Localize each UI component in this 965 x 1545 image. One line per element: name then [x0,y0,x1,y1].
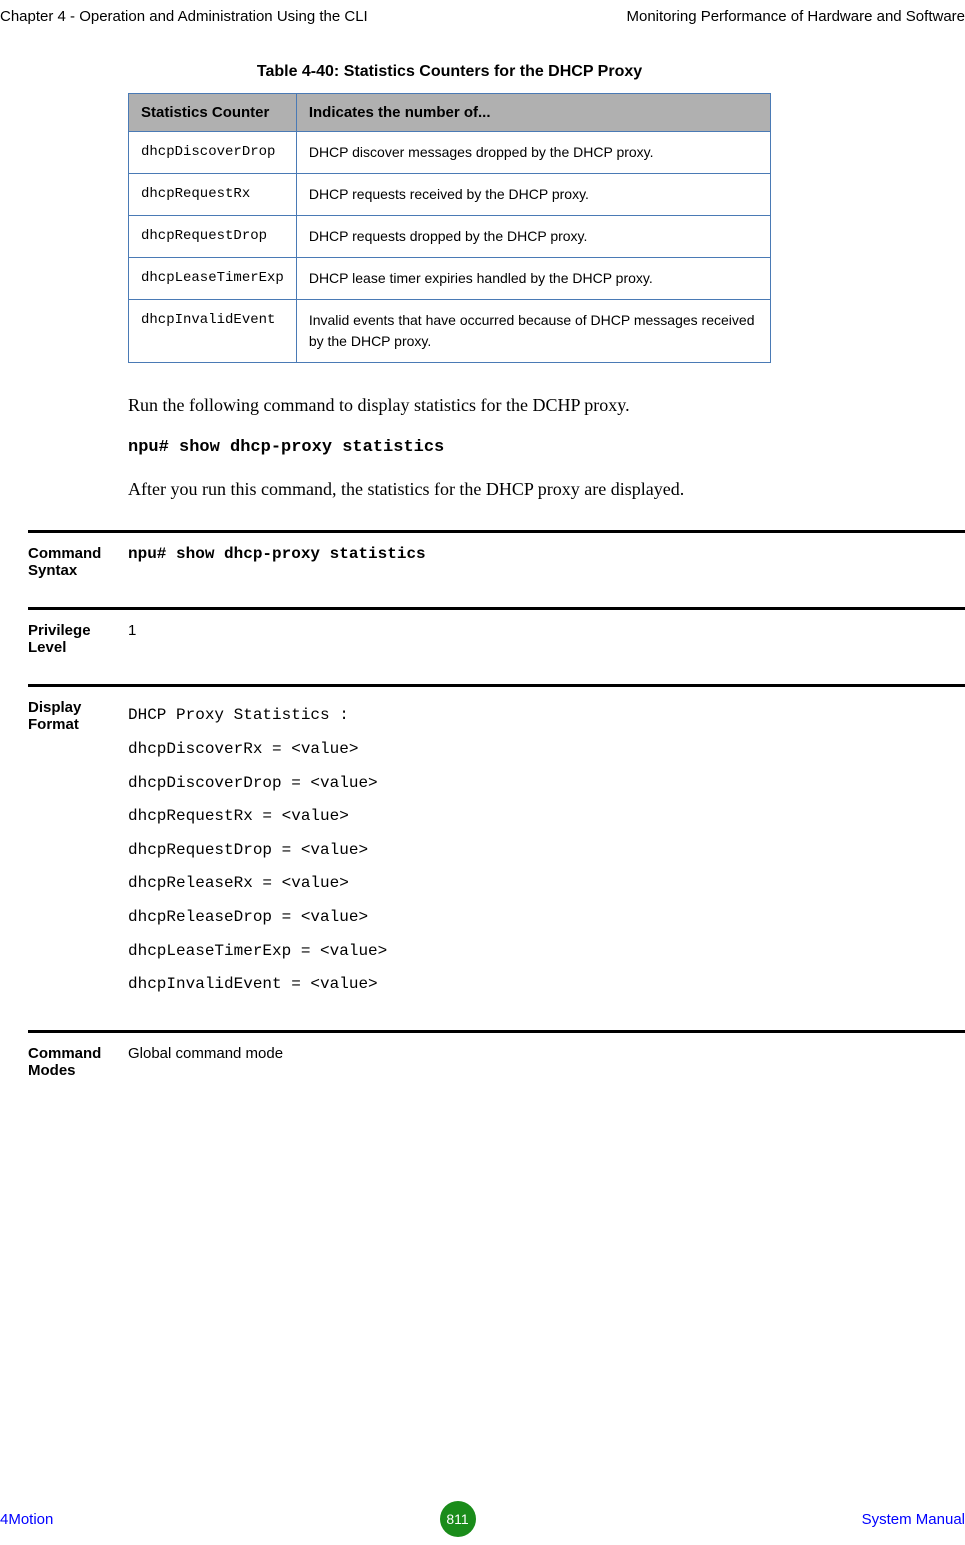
format-line: DHCP Proxy Statistics : [128,699,965,733]
table-row: dhcpInvalidEvent Invalid events that hav… [129,300,771,363]
command-modes-section: Command Modes Global command mode [28,1030,965,1079]
stats-counters-table: Statistics Counter Indicates the number … [128,93,771,363]
page-content: Table 4-40: Statistics Counters for the … [0,33,965,1079]
counter-cell: dhcpRequestRx [129,174,297,216]
display-format-lines: DHCP Proxy Statistics : dhcpDiscoverRx =… [128,699,965,1001]
command-modes-value: Global command mode [128,1045,965,1079]
col-header-desc: Indicates the number of... [296,94,770,132]
body-command: npu# show dhcp-proxy statistics [128,438,965,457]
section-label: Command Syntax [28,545,128,579]
section-label: Privilege Level [28,622,128,656]
table-row: dhcpDiscoverDrop DHCP discover messages … [129,132,771,174]
desc-cell: Invalid events that have occurred becaus… [296,300,770,363]
page-number-badge: 811 [440,1501,476,1537]
header-chapter: Chapter 4 - Operation and Administration… [0,8,368,25]
privilege-value: 1 [128,622,965,656]
format-line: dhcpRequestRx = <value> [128,800,965,834]
desc-cell: DHCP lease timer expiries handled by the… [296,258,770,300]
display-format-section: Display Format DHCP Proxy Statistics : d… [28,684,965,1001]
body-paragraph-2: After you run this command, the statisti… [128,477,965,502]
counter-cell: dhcpInvalidEvent [129,300,297,363]
format-line: dhcpInvalidEvent = <value> [128,968,965,1002]
section-label: Command Modes [28,1045,128,1079]
header-section: Monitoring Performance of Hardware and S… [627,8,965,25]
counter-cell: dhcpLeaseTimerExp [129,258,297,300]
format-line: dhcpLeaseTimerExp = <value> [128,935,965,969]
format-line: dhcpDiscoverDrop = <value> [128,767,965,801]
table-row: dhcpRequestRx DHCP requests received by … [129,174,771,216]
body-paragraph-1: Run the following command to display sta… [128,393,965,418]
footer-product: 4Motion [0,1511,53,1528]
format-line: dhcpReleaseDrop = <value> [128,901,965,935]
command-syntax-section: Command Syntax npu# show dhcp-proxy stat… [28,530,965,579]
section-label: Display Format [28,699,128,1001]
desc-cell: DHCP discover messages dropped by the DH… [296,132,770,174]
counter-cell: dhcpRequestDrop [129,216,297,258]
col-header-counter: Statistics Counter [129,94,297,132]
format-line: dhcpRequestDrop = <value> [128,834,965,868]
page-footer: 4Motion 811 System Manual [0,1501,965,1537]
desc-cell: DHCP requests dropped by the DHCP proxy. [296,216,770,258]
privilege-level-section: Privilege Level 1 [28,607,965,656]
counter-cell: dhcpDiscoverDrop [129,132,297,174]
format-line: dhcpDiscoverRx = <value> [128,733,965,767]
desc-cell: DHCP requests received by the DHCP proxy… [296,174,770,216]
command-syntax-value: npu# show dhcp-proxy statistics [128,545,965,579]
format-line: dhcpReleaseRx = <value> [128,867,965,901]
page-header: Chapter 4 - Operation and Administration… [0,0,965,33]
table-row: dhcpRequestDrop DHCP requests dropped by… [129,216,771,258]
footer-doc-title: System Manual [862,1511,965,1528]
table-row: dhcpLeaseTimerExp DHCP lease timer expir… [129,258,771,300]
table-caption: Table 4-40: Statistics Counters for the … [128,63,771,81]
